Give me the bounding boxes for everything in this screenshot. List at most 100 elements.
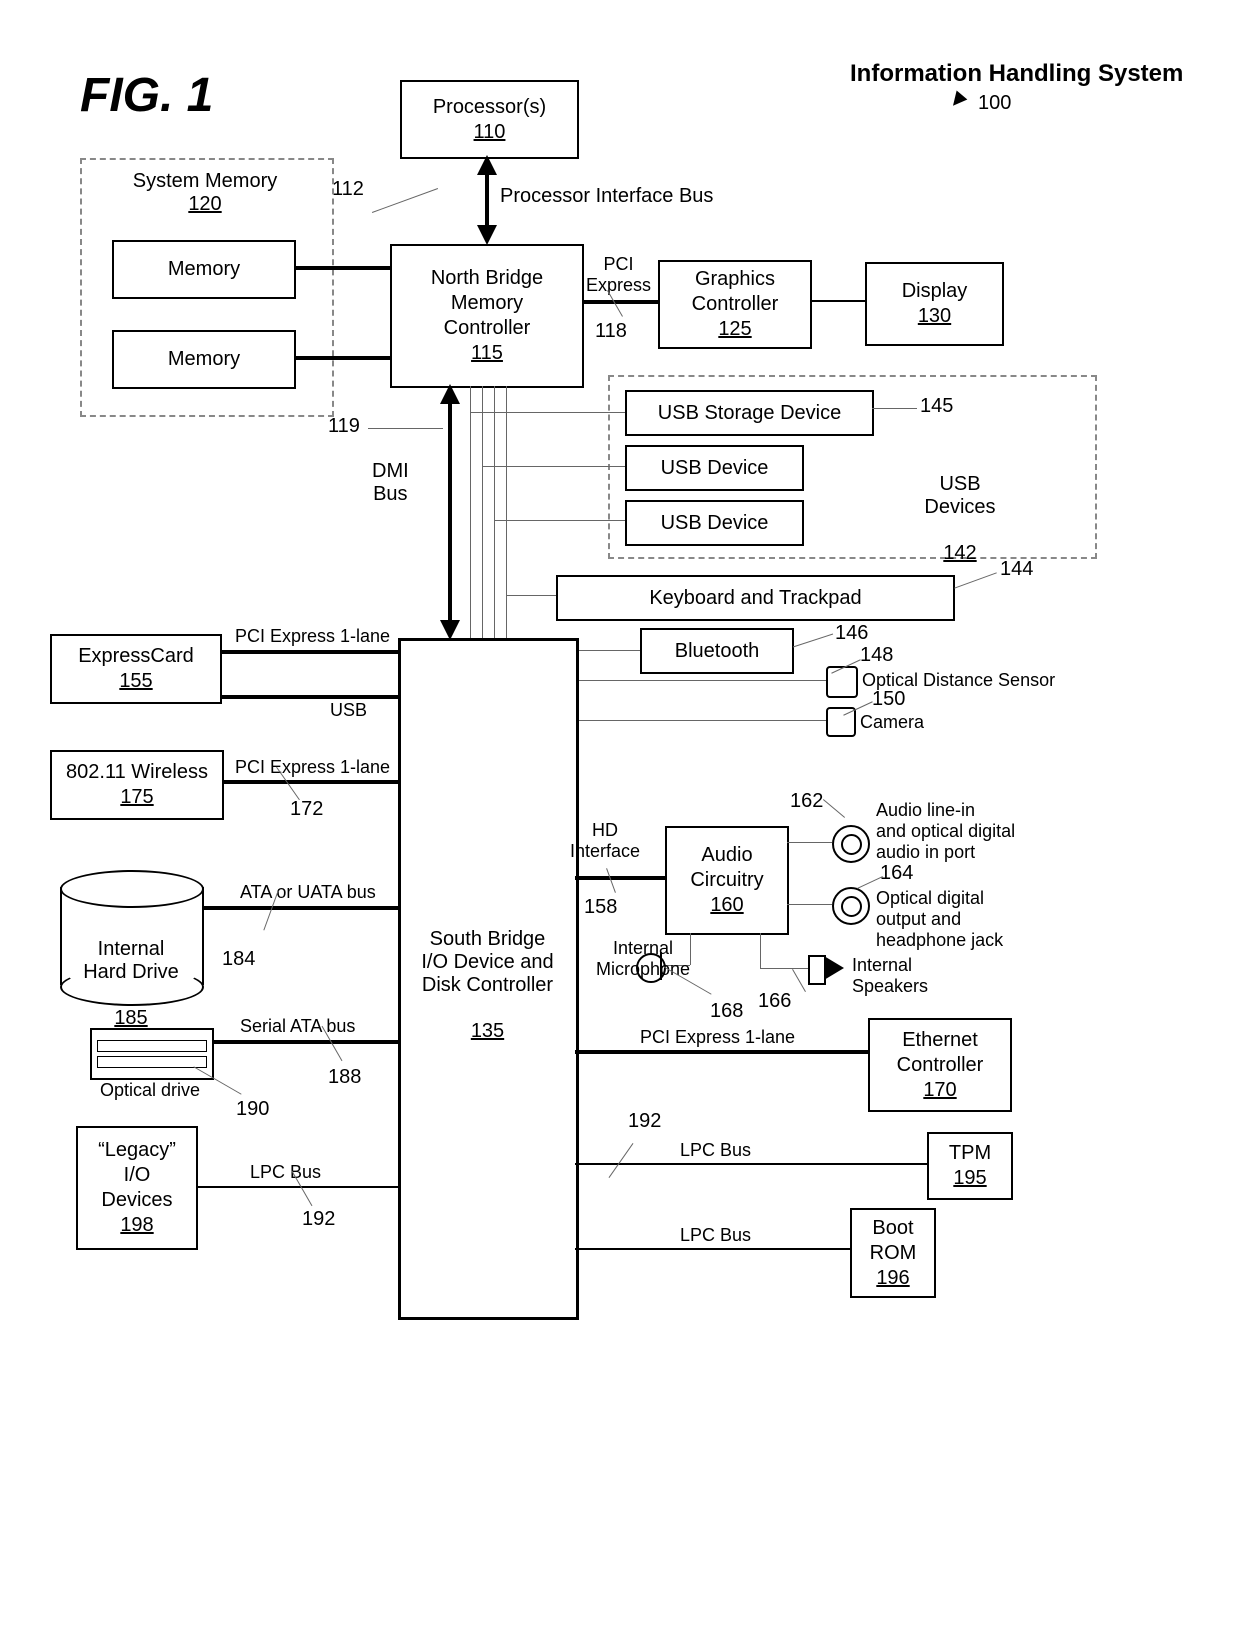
optout-label: Optical digital output and headphone jac… [876,888,1003,951]
block-northbridge: North Bridge Memory Controller 115 [390,244,584,388]
conn [470,386,471,638]
block-memory-1: Memory [112,240,296,299]
bus-sata-label: Serial ATA bus [240,1016,355,1037]
leader [792,969,806,992]
leader [793,634,833,648]
block-usb-device-2: USB Device [625,500,804,546]
block-usb-storage: USB Storage Device [625,390,874,436]
ref-145: 145 [920,395,953,418]
northbridge-label: North Bridge Memory Controller [431,266,543,341]
arrow-down [477,225,497,245]
graphics-ref: 125 [718,317,751,342]
ref-100: 100 [978,92,1011,115]
conn [760,968,810,969]
ref-190: 190 [236,1098,269,1121]
block-usb-device-1: USB Device [625,445,804,491]
block-graphics: Graphics Controller 125 [658,260,812,349]
conn [482,466,625,467]
leader [609,1143,634,1178]
conn [554,720,826,721]
arrow-up [440,384,460,404]
optdrive-label: Optical drive [100,1080,200,1101]
block-legacy: “Legacy” I/O Devices 198 [76,1126,198,1250]
processors-ref: 110 [474,120,506,145]
block-wireless: 802.11 Wireless 175 [50,750,224,820]
block-kbd-trackpad: Keyboard and Trackpad [556,575,955,621]
conn [690,933,691,965]
ref-146: 146 [835,622,868,645]
conn [554,680,826,681]
conn [204,906,398,910]
ref-118: 118 [595,320,627,343]
bus-usb-label: USB [330,700,367,721]
ref-148: 148 [860,644,893,667]
leader [606,868,616,893]
bus-hd-label: HD Interface [570,820,640,862]
optout-icon [832,887,870,925]
ref-162: 162 [790,790,823,813]
bus-pciexpress [582,300,658,304]
ref-192b: 192 [628,1110,661,1133]
block-display: Display 130 [865,262,1004,346]
northbridge-ref: 115 [471,341,503,366]
conn [575,1163,927,1165]
processors-label: Processor(s) [433,95,546,120]
intspk-label: Internal Speakers [852,955,928,997]
ref-184: 184 [222,948,255,971]
ref-192a: 192 [302,1208,335,1231]
conn [506,386,507,638]
conn [220,650,420,654]
leader [193,1066,241,1094]
speaker-cone-icon [824,956,844,980]
conn [760,933,761,968]
block-processors: Processor(s) 110 [400,80,579,159]
conn [810,300,865,302]
leader [368,428,443,429]
conn [575,1050,868,1054]
bus-hd [575,876,665,880]
graphics-label: Graphics Controller [692,267,779,317]
conn [575,1248,850,1250]
leader [372,188,438,213]
ref-158: 158 [584,896,617,919]
leader-arrow [948,91,968,111]
bus-proc-label: Processor Interface Bus [500,185,713,208]
conn [212,1040,398,1044]
bus-lpc-label-3: LPC Bus [680,1225,751,1246]
block-expresscard: ExpressCard 155 [50,634,222,704]
linein-icon [832,825,870,863]
bus-dmi [448,386,452,636]
leader [872,408,917,409]
conn [482,386,483,638]
figure-label: FIG. 1 [80,68,213,123]
bus-pci1-label-3: PCI Express 1-lane [640,1027,795,1048]
bus-pciexpress-label: PCI Express [586,254,651,296]
camera-label: Camera [860,712,924,733]
bus-lpc-label-2: LPC Bus [680,1140,751,1161]
diagram-title: Information Handling System [850,60,1183,88]
conn [222,780,400,784]
conn [787,842,832,843]
ref-112: 112 [332,178,364,201]
conn [196,1186,398,1188]
ref-150: 150 [872,688,905,711]
diagram-stage: FIG. 1 Information Handling System 100 P… [0,0,1240,1651]
conn [506,595,556,596]
bus-pci1-label-2: PCI Express 1-lane [235,757,390,778]
ref-164: 164 [880,862,913,885]
bus-dmi-label: DMI Bus [372,460,409,506]
leader [954,572,997,588]
ref-166: 166 [758,990,791,1013]
southbridge-label: South Bridge I/O Device and Disk Control… [410,905,565,1043]
ref-188: 188 [328,1066,361,1089]
display-ref: 130 [918,304,951,329]
hdd-label: Internal Hard Drive 185 [76,915,186,1030]
optical-drive-icon [90,1028,214,1080]
block-audio: Audio Circuitry 160 [665,826,789,935]
block-tpm: TPM 195 [927,1132,1013,1200]
conn [787,904,832,905]
conn [294,266,390,270]
arrow-up [477,155,497,175]
conn [494,386,495,638]
linein-label: Audio line-in and optical digital audio … [876,800,1015,863]
